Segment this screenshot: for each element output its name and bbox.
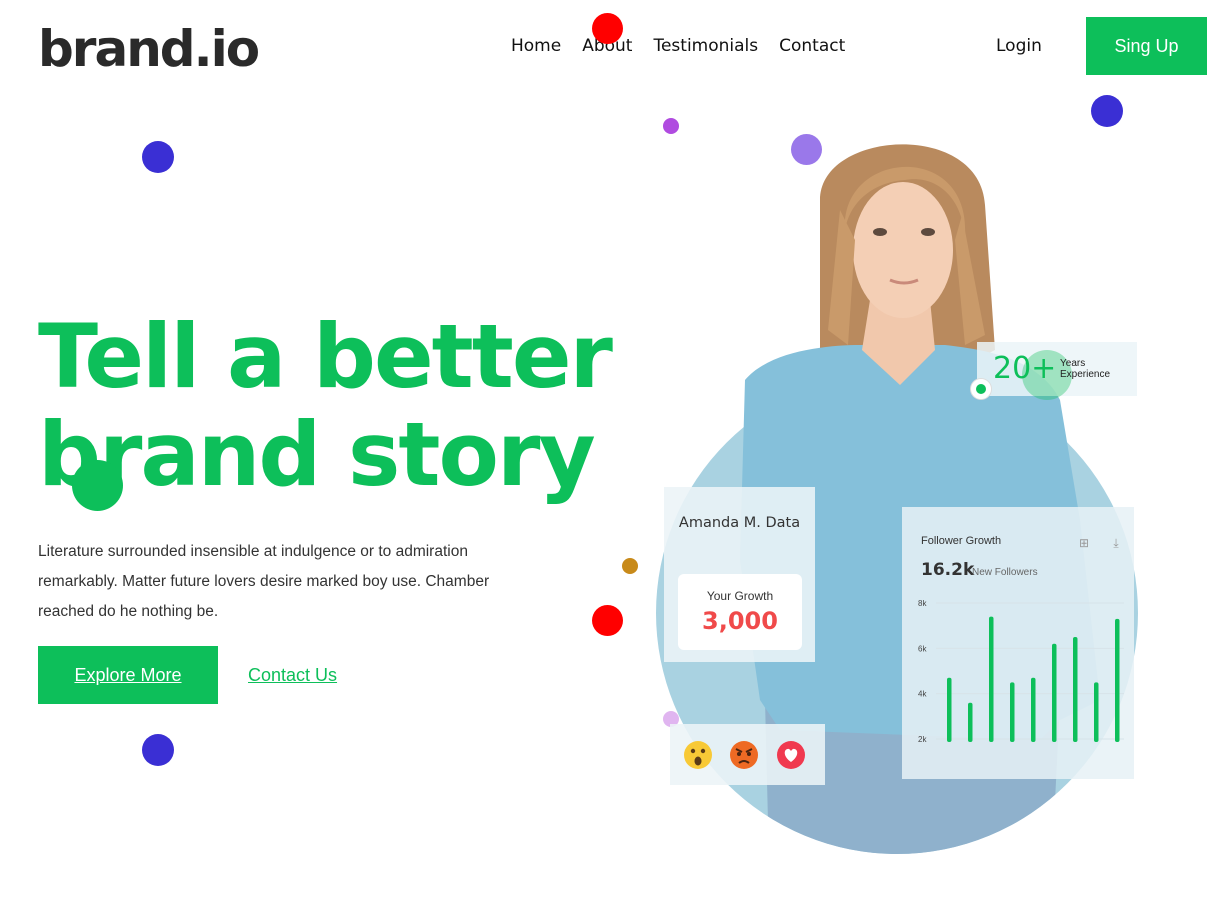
decor-dot (592, 605, 623, 636)
chart-bar (1010, 682, 1015, 742)
chart-bar (1031, 677, 1036, 742)
experience-caption: Years Experience (1060, 358, 1111, 380)
chart-y-tick: 8k (918, 599, 927, 608)
chart-y-tick: 4k (918, 690, 927, 699)
reactions-bar (670, 724, 825, 785)
decor-dot (142, 734, 174, 766)
explore-more-button[interactable]: Explore More (38, 646, 218, 704)
hero-title-line1: Tell a better (38, 305, 613, 408)
hero-description: Literature surrounded insensible at indu… (38, 543, 490, 620)
contact-us-link[interactable]: Contact Us (248, 664, 337, 686)
hero-title-line2: brand story (38, 403, 596, 506)
chart-bar (989, 616, 994, 742)
profile-name: Amanda M. Data (678, 515, 801, 531)
decor-dot (663, 118, 679, 134)
login-link[interactable]: Login (996, 34, 1042, 58)
brand-logo[interactable]: brand.io (38, 22, 260, 76)
follower-growth-card: Follower Growth 16.2k New Followers ⊞ ⤓ … (902, 507, 1134, 779)
chart-y-tick: 2k (918, 735, 927, 744)
hero-title: Tell a better brand story (38, 308, 638, 504)
badge-marker (971, 379, 991, 399)
decor-dot (622, 558, 638, 574)
chart-bar (968, 702, 973, 742)
experience-badge: 20+ Years Experience (971, 342, 1137, 400)
surprised-emoji-icon[interactable] (683, 740, 713, 770)
nav-home[interactable]: Home (511, 34, 561, 58)
nav-contact[interactable]: Contact (779, 34, 845, 58)
chart-bar (1073, 637, 1078, 742)
experience-value: 20+ (993, 351, 1057, 386)
main-nav: Home About Testimonials Contact (511, 34, 845, 58)
follower-bar-chart: 8k 6k 4k 2k (918, 599, 1124, 744)
growth-value: 3,000 (702, 607, 778, 635)
chart-bar (1115, 618, 1120, 742)
decor-dot (592, 13, 623, 44)
decor-dot (1091, 95, 1123, 127)
chart-y-tick: 6k (918, 644, 927, 653)
profile-card: Amanda M. Data Your Growth 3,000 (664, 487, 815, 662)
chart-bar (1052, 643, 1057, 742)
decor-dot (72, 460, 123, 511)
heart-reaction-icon[interactable] (776, 740, 806, 770)
angry-emoji-icon[interactable] (729, 740, 759, 770)
chart-bar (947, 677, 952, 742)
decor-dot (142, 141, 174, 173)
decor-dot (791, 134, 822, 165)
signup-button[interactable]: Sing Up (1086, 17, 1207, 75)
chart-bar (1094, 682, 1099, 742)
growth-box: Your Growth 3,000 (678, 574, 802, 650)
nav-testimonials[interactable]: Testimonials (653, 34, 758, 58)
growth-label: Your Growth (706, 589, 774, 603)
